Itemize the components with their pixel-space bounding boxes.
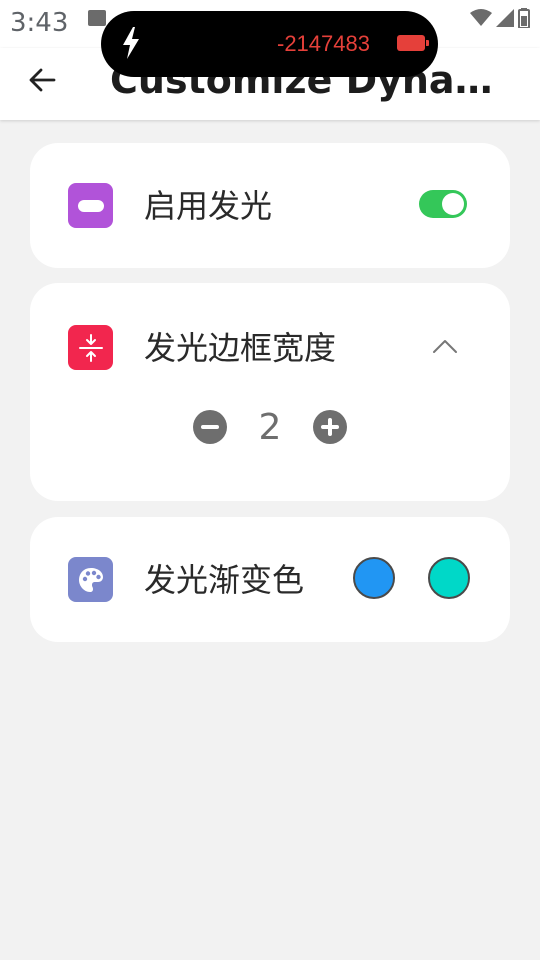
wifi-icon xyxy=(470,9,492,26)
palette-icon xyxy=(68,557,113,602)
capsule-icon xyxy=(68,183,113,228)
island-value: -2147483 xyxy=(277,31,370,56)
border-width-card: 发光边框宽度 2 xyxy=(30,283,510,501)
image-notification-icon xyxy=(88,10,106,26)
dynamic-island[interactable]: -2147483 xyxy=(101,11,438,77)
lightning-icon xyxy=(123,27,139,59)
compress-icon xyxy=(68,325,113,370)
back-button[interactable] xyxy=(22,60,62,100)
border-width-value: 2 xyxy=(258,407,282,448)
border-width-label: 发光边框宽度 xyxy=(144,329,337,367)
toggle-knob xyxy=(442,193,464,215)
arrow-left-icon xyxy=(29,68,56,92)
glow-toggle-switch[interactable] xyxy=(419,190,467,218)
status-icons xyxy=(470,6,530,30)
cell-signal-icon xyxy=(496,9,514,27)
gradient-color-card: 发光渐变色 xyxy=(30,517,510,642)
chevron-up-icon[interactable] xyxy=(432,338,458,354)
gradient-color-end[interactable] xyxy=(428,557,470,599)
status-time: 3:43 xyxy=(10,8,69,38)
gradient-color-start[interactable] xyxy=(353,557,395,599)
battery-icon xyxy=(518,8,530,28)
decrease-button[interactable] xyxy=(193,410,227,444)
battery-icon xyxy=(397,35,429,51)
increase-button[interactable] xyxy=(313,410,347,444)
glow-toggle-label: 启用发光 xyxy=(144,187,273,225)
gradient-color-label: 发光渐变色 xyxy=(144,561,305,599)
glow-toggle-card: 启用发光 xyxy=(30,143,510,268)
